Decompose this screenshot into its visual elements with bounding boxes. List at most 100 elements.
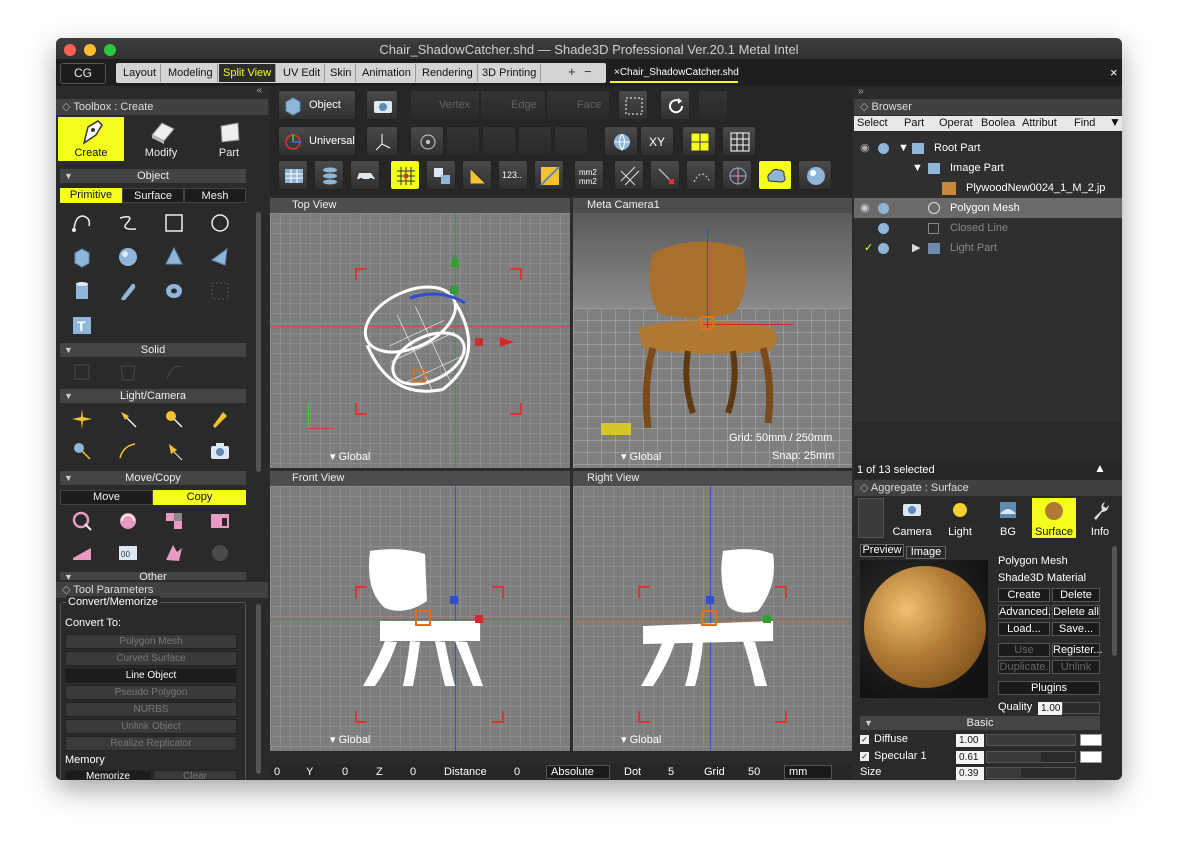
tab-rendering[interactable]: Rendering <box>418 64 478 82</box>
top-view-global-label[interactable]: ▾ Global <box>330 450 370 463</box>
line-light-icon[interactable] <box>206 405 234 433</box>
clear-memory-button[interactable]: Clear <box>153 770 237 780</box>
advanced-button[interactable]: Advanced. <box>998 605 1051 619</box>
open-curve-icon[interactable] <box>68 209 96 237</box>
tab-3d-printing[interactable]: 3D Printing <box>478 64 542 82</box>
target-light-icon[interactable] <box>68 437 96 465</box>
memorize-button[interactable]: Memorize <box>65 770 151 780</box>
object-mode-button[interactable]: Object <box>278 90 356 120</box>
preview-tab[interactable]: Preview <box>860 544 904 557</box>
save-button[interactable]: Save... <box>1052 622 1100 636</box>
sphere-icon[interactable] <box>114 243 142 271</box>
params-scrollbar[interactable] <box>256 604 261 774</box>
aggregate-toggle-button[interactable] <box>858 498 884 538</box>
copy-rotate-icon[interactable] <box>114 507 142 535</box>
create-material-button[interactable]: Create <box>998 588 1050 602</box>
aggregate-tab-surface[interactable]: Surface <box>1032 498 1076 538</box>
unit-dropdown[interactable]: mm <box>784 765 832 779</box>
aggregate-tab-info[interactable]: Info <box>1078 498 1122 538</box>
create-mode-button[interactable]: Create <box>58 117 124 161</box>
torus-icon[interactable] <box>160 277 188 305</box>
refresh-button[interactable] <box>660 90 690 120</box>
remove-tab-button[interactable]: − <box>584 64 592 79</box>
param-value-field[interactable]: 0.61 <box>956 750 984 764</box>
browser-tab-part[interactable]: Part <box>904 117 924 129</box>
xy-plane-button[interactable]: XY <box>640 126 674 156</box>
part-mode-button[interactable]: Part <box>196 117 262 161</box>
browser-tab-select[interactable]: Select <box>857 117 888 129</box>
table-view-button[interactable] <box>278 160 308 190</box>
wire-globe-button[interactable] <box>722 160 752 190</box>
camera-view-label[interactable]: Meta Camera1 <box>587 199 660 211</box>
spot-target-icon[interactable] <box>160 437 188 465</box>
coordinate-mode-dropdown[interactable]: Absolute <box>546 765 610 779</box>
local-button[interactable] <box>518 126 552 156</box>
param-slider[interactable] <box>986 750 1076 763</box>
register-button[interactable]: Register... <box>1052 643 1103 657</box>
convert-polygon-mesh-button[interactable]: Polygon Mesh <box>65 634 237 649</box>
param-checkbox[interactable]: ✓ <box>860 751 869 761</box>
quality-slider[interactable] <box>1062 702 1100 714</box>
capsule-icon[interactable] <box>114 277 142 305</box>
tree-row-image-part[interactable]: ▼ Image Part <box>854 158 1122 178</box>
camera-viewport[interactable]: Meta Camera1 Grid: 50mm / 250mm Snap: 25… <box>573 198 852 468</box>
universal-manipulator-button[interactable]: Universal <box>278 126 356 156</box>
right-pivot-handle[interactable] <box>701 610 717 626</box>
tab-surface[interactable]: Surface <box>122 188 184 203</box>
param-color-swatch[interactable] <box>1080 734 1102 746</box>
copy-linear-icon[interactable] <box>68 539 96 567</box>
tree-row-light-part[interactable]: ✓ ▶ Light Part <box>854 238 1122 258</box>
realize-replicator-button[interactable]: Realize Replicator <box>65 736 237 751</box>
text-object-icon[interactable]: T <box>68 311 96 339</box>
unlink-object-button[interactable]: Unlink Object <box>65 719 237 734</box>
measure-button[interactable] <box>462 160 492 190</box>
image-tab[interactable]: Image <box>906 546 946 559</box>
tab-layout[interactable]: Layout <box>119 64 162 82</box>
dot-value[interactable]: 5 <box>668 764 674 780</box>
browser-tab-operat[interactable]: Operat <box>939 117 973 129</box>
cg-button[interactable]: CG <box>60 63 106 84</box>
basic-section-header[interactable]: ▼ Basic <box>860 716 1100 730</box>
convert-nurbs-button[interactable]: NURBS <box>65 702 237 717</box>
curve-select-button[interactable] <box>686 160 716 190</box>
map-button[interactable] <box>534 160 564 190</box>
copy-scale-icon[interactable] <box>160 507 188 535</box>
unit-button[interactable]: mm2 mm2 <box>574 160 604 190</box>
world-button[interactable] <box>604 126 638 156</box>
render-toggle-icon[interactable] <box>878 203 889 214</box>
front-global-label[interactable]: ▾ Global <box>330 733 370 746</box>
pivot-button[interactable] <box>446 126 480 156</box>
tree-row-polygon-mesh[interactable]: ◉ Polygon Mesh <box>854 198 1122 218</box>
tree-row-root-part[interactable]: ◉ ▼ Root Part <box>854 138 1122 158</box>
cloud-button[interactable] <box>758 160 792 190</box>
aggregate-tab-light[interactable]: Light <box>938 498 982 538</box>
front-view-viewport[interactable]: Front View ▾ Global <box>270 471 570 751</box>
bbox-button[interactable] <box>482 126 516 156</box>
convert-pseudo-polygon-button[interactable]: Pseudo Polygon <box>65 685 237 700</box>
center-target-button[interactable] <box>410 126 444 156</box>
param-slider[interactable] <box>986 767 1076 779</box>
expand-arrow-icon[interactable]: ▼ <box>898 138 909 158</box>
render-toggle-icon[interactable] <box>878 223 889 234</box>
top-view-label[interactable]: Top View <box>292 199 336 211</box>
expand-arrow-icon[interactable]: ▼ <box>912 158 923 178</box>
gizmo-x-arrow-icon[interactable] <box>500 337 514 347</box>
object-section-header[interactable]: ▼ Object <box>60 169 246 183</box>
browser-tab-find[interactable]: Find <box>1074 117 1095 129</box>
camera-icon[interactable] <box>206 437 234 465</box>
right-gizmo-y-handle[interactable] <box>763 615 771 623</box>
render-sphere-button[interactable] <box>798 160 832 190</box>
front-view-label[interactable]: Front View <box>292 472 344 484</box>
quad-view-button[interactable] <box>682 126 716 156</box>
move-copy-section-header[interactable]: ▼ Move/Copy <box>60 471 246 485</box>
magnet-button[interactable] <box>698 90 728 120</box>
gizmo-y-arrow-icon[interactable] <box>450 253 460 267</box>
top-view-viewport[interactable]: Top View ▾ Global <box>270 198 570 468</box>
close-doc-button[interactable]: × <box>1110 65 1118 80</box>
align-button[interactable] <box>554 126 588 156</box>
vertex-mode-button[interactable]: Vertex <box>410 90 480 120</box>
camera-global-label[interactable]: ▾ Global <box>621 450 661 463</box>
world-axis-button[interactable] <box>366 126 398 156</box>
light-camera-section-header[interactable]: ▼ Light/Camera <box>60 389 246 403</box>
pointer-button[interactable] <box>650 160 680 190</box>
